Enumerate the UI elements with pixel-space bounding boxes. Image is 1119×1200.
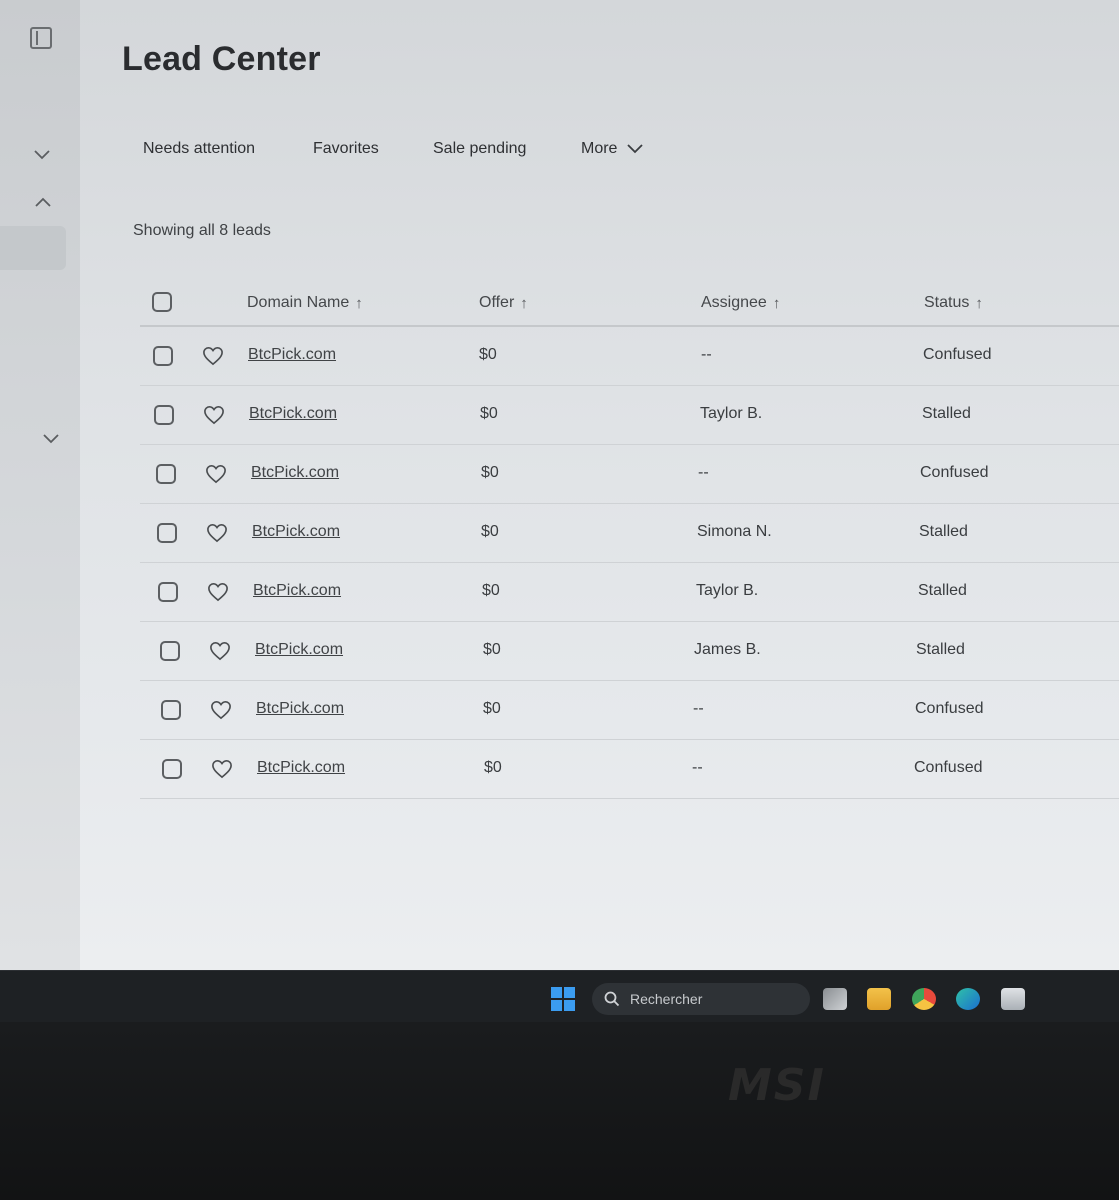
row-checkbox[interactable]	[156, 464, 176, 484]
select-all-checkbox[interactable]	[152, 292, 172, 312]
row-checkbox[interactable]	[158, 582, 178, 602]
assignee-value: Taylor B.	[700, 405, 763, 422]
column-status[interactable]: Status ↑	[924, 294, 983, 312]
windows-start-icon[interactable]	[551, 987, 575, 1011]
table-header: Domain Name ↑ Offer ↑ Assignee ↑ Status …	[140, 280, 1119, 327]
domain-link[interactable]: BtcPick.com	[253, 582, 341, 600]
status-value: Confused	[923, 346, 992, 363]
tab-needs-attention[interactable]: Needs attention	[143, 140, 255, 158]
assignee-value: --	[693, 700, 704, 717]
offer-value: $0	[482, 582, 500, 599]
offer-value: $0	[481, 464, 499, 481]
column-assignee[interactable]: Assignee ↑	[701, 294, 780, 312]
store-icon[interactable]	[1001, 988, 1025, 1010]
table-row[interactable]: BtcPick.com $0 Taylor B. Stalled	[140, 563, 1119, 622]
favorite-heart-icon[interactable]	[205, 464, 227, 484]
brand-logo: MSI	[728, 1060, 826, 1111]
favorite-heart-icon[interactable]	[210, 700, 232, 720]
favorite-heart-icon[interactable]	[203, 405, 225, 425]
edge-icon[interactable]	[956, 988, 980, 1010]
assignee-value: James B.	[694, 641, 761, 658]
column-label: Offer	[479, 294, 515, 311]
assignee-value: --	[701, 346, 712, 363]
row-checkbox[interactable]	[162, 759, 182, 779]
offer-value: $0	[480, 405, 498, 422]
column-label: Status	[924, 294, 970, 311]
collapse-sidebar-icon[interactable]	[30, 27, 52, 49]
table-row[interactable]: BtcPick.com $0 -- Confused	[140, 740, 1119, 799]
assignee-value: --	[692, 759, 703, 776]
domain-link[interactable]: BtcPick.com	[251, 464, 339, 482]
status-value: Confused	[915, 700, 984, 717]
chrome-icon[interactable]	[912, 988, 936, 1010]
filter-tabs: Needs attention Favorites Sale pending M…	[0, 140, 1119, 164]
row-checkbox[interactable]	[153, 346, 173, 366]
row-checkbox[interactable]	[160, 641, 180, 661]
page-title: Lead Center	[122, 40, 321, 78]
offer-value: $0	[483, 641, 501, 658]
taskbar-search[interactable]: Rechercher	[592, 983, 810, 1015]
status-value: Stalled	[918, 582, 967, 599]
domain-link[interactable]: BtcPick.com	[255, 641, 343, 659]
search-placeholder: Rechercher	[630, 991, 703, 1007]
domain-link[interactable]: BtcPick.com	[249, 405, 337, 423]
chevron-up-icon[interactable]	[34, 193, 52, 211]
favorite-heart-icon[interactable]	[206, 523, 228, 543]
search-icon	[604, 991, 620, 1007]
favorite-heart-icon[interactable]	[209, 641, 231, 661]
domain-link[interactable]: BtcPick.com	[257, 759, 345, 777]
offer-value: $0	[484, 759, 502, 776]
laptop-bezel	[0, 1022, 1119, 1200]
offer-value: $0	[481, 523, 499, 540]
sort-asc-icon: ↑	[975, 294, 983, 312]
sidebar-active-item[interactable]	[0, 226, 66, 270]
favorite-heart-icon[interactable]	[211, 759, 233, 779]
status-value: Stalled	[919, 523, 968, 540]
task-view-icon[interactable]	[823, 988, 847, 1010]
domain-link[interactable]: BtcPick.com	[252, 523, 340, 541]
status-value: Confused	[914, 759, 983, 776]
sort-asc-icon: ↑	[520, 294, 528, 312]
column-label: Assignee	[701, 294, 767, 311]
table-row[interactable]: BtcPick.com $0 -- Confused	[140, 445, 1119, 504]
taskbar: Rechercher	[0, 970, 1119, 1022]
table-row[interactable]: BtcPick.com $0 Simona N. Stalled	[140, 504, 1119, 563]
assignee-value: Taylor B.	[696, 582, 759, 599]
status-value: Stalled	[916, 641, 965, 658]
assignee-value: --	[698, 464, 709, 481]
favorite-heart-icon[interactable]	[202, 346, 224, 366]
leads-table: Domain Name ↑ Offer ↑ Assignee ↑ Status …	[140, 280, 1119, 799]
domain-link[interactable]: BtcPick.com	[248, 346, 336, 364]
tab-more[interactable]: More	[581, 140, 644, 158]
tab-sale-pending[interactable]: Sale pending	[433, 140, 526, 158]
chevron-down-icon[interactable]	[42, 430, 60, 448]
row-checkbox[interactable]	[154, 405, 174, 425]
favorite-heart-icon[interactable]	[207, 582, 229, 602]
offer-value: $0	[479, 346, 497, 363]
tab-more-label: More	[581, 140, 618, 157]
column-offer[interactable]: Offer ↑	[479, 294, 528, 312]
tab-favorites[interactable]: Favorites	[313, 140, 379, 158]
file-explorer-icon[interactable]	[867, 988, 891, 1010]
sort-asc-icon: ↑	[355, 294, 363, 312]
assignee-value: Simona N.	[697, 523, 772, 540]
offer-value: $0	[483, 700, 501, 717]
column-domain-name[interactable]: Domain Name ↑	[247, 294, 363, 312]
chevron-down-icon	[627, 144, 644, 154]
column-label: Domain Name	[247, 294, 350, 311]
status-value: Stalled	[922, 405, 971, 422]
table-row[interactable]: BtcPick.com $0 -- Confused	[140, 327, 1119, 386]
sort-asc-icon: ↑	[772, 294, 781, 312]
status-value: Confused	[920, 464, 989, 481]
browser-viewport: Lead Center Needs attention Favorites Sa…	[0, 0, 1119, 970]
table-row[interactable]: BtcPick.com $0 -- Confused	[140, 681, 1119, 740]
row-checkbox[interactable]	[157, 523, 177, 543]
table-body: BtcPick.com $0 -- Confused BtcPick.com $…	[140, 327, 1119, 799]
table-row[interactable]: BtcPick.com $0 James B. Stalled	[140, 622, 1119, 681]
results-summary: Showing all 8 leads	[133, 222, 271, 239]
table-row[interactable]: BtcPick.com $0 Taylor B. Stalled	[140, 386, 1119, 445]
domain-link[interactable]: BtcPick.com	[256, 700, 344, 718]
row-checkbox[interactable]	[161, 700, 181, 720]
